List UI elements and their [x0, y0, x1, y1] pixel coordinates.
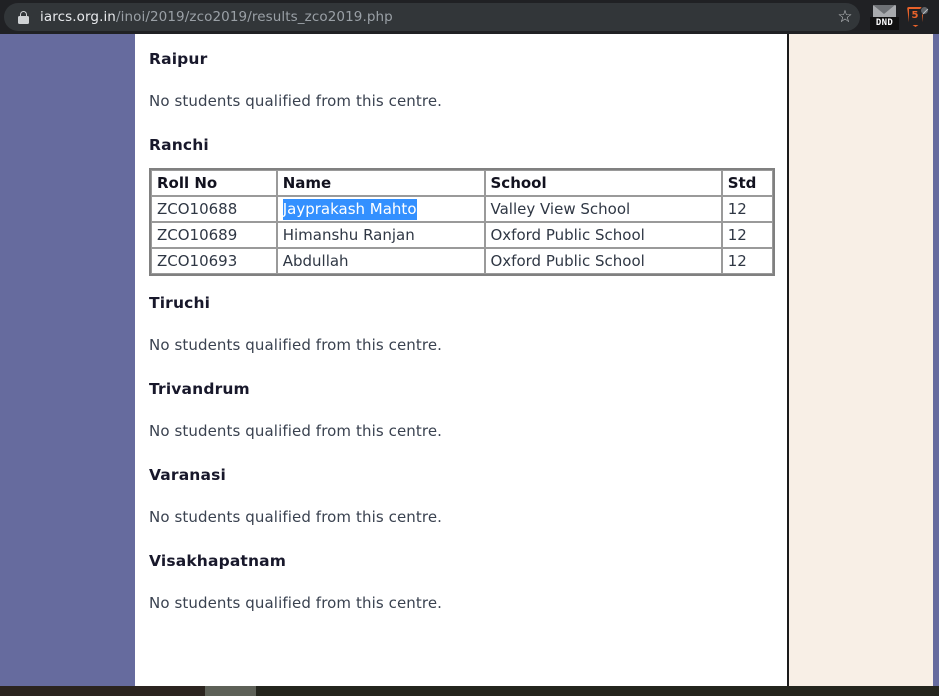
cell-name: Abdullah [276, 248, 485, 274]
centre-heading: Visakhapatnam [149, 552, 287, 570]
centre-section-trivandrum: Trivandrum No students qualified from th… [149, 380, 775, 440]
browser-chrome: iarcs.org.in/inoi/2019/zco2019/results_z… [0, 0, 939, 34]
column-header-std: Std [721, 170, 773, 196]
table-row[interactable]: ZCO10688 Jayprakash Mahto Valley View Sc… [151, 196, 773, 222]
address-bar[interactable]: iarcs.org.in/inoi/2019/zco2019/results_z… [4, 3, 860, 31]
cell-school: Valley View School [484, 196, 722, 222]
cell-roll-no: ZCO10689 [151, 222, 277, 248]
centre-section-varanasi: Varanasi No students qualified from this… [149, 466, 775, 526]
url-path: /inoi/2019/zco2019/results_zco2019.php [115, 9, 393, 25]
cell-std: 12 [721, 196, 773, 222]
column-header-name: Name [276, 170, 485, 196]
centre-heading: Trivandrum [149, 380, 250, 398]
cell-std: 12 [721, 222, 773, 248]
cell-name[interactable]: Jayprakash Mahto [276, 196, 485, 222]
url-text: iarcs.org.in/inoi/2019/zco2019/results_z… [40, 3, 393, 31]
horizontal-scrollbar[interactable] [0, 686, 939, 696]
cell-roll-no: ZCO10693 [151, 248, 277, 274]
centre-heading: Raipur [149, 50, 208, 68]
results-content: Raipur No students qualified from this c… [135, 34, 789, 686]
scrollbar-track-left[interactable] [0, 686, 205, 696]
results-table: Roll No Name School Std ZCO10688 Jayprak… [149, 168, 775, 276]
bookmark-star-icon[interactable]: ☆ [836, 8, 854, 26]
centre-section-tiruchi: Tiruchi No students qualified from this … [149, 294, 775, 354]
table-header-row: Roll No Name School Std [151, 170, 773, 196]
column-header-roll-no: Roll No [151, 170, 277, 196]
cell-roll-no: ZCO10688 [151, 196, 277, 222]
centre-section-ranchi: Ranchi Roll No Name School Std ZCO10688 … [149, 136, 775, 276]
centre-section-visakhapatnam: Visakhapatnam No students qualified from… [149, 552, 775, 612]
cell-school: Oxford Public School [484, 222, 722, 248]
column-header-school: School [484, 170, 722, 196]
cell-school: Oxford Public School [484, 248, 722, 274]
no-students-message: No students qualified from this centre. [149, 336, 443, 354]
centre-section-raipur: Raipur No students qualified from this c… [149, 50, 775, 110]
table-row[interactable]: ZCO10689 Himanshu Ranjan Oxford Public S… [151, 222, 773, 248]
lock-icon [17, 10, 30, 24]
cell-name: Himanshu Ranjan [276, 222, 485, 248]
selected-text-highlight: Jayprakash Mahto [282, 198, 417, 220]
centre-heading: Varanasi [149, 466, 226, 484]
cell-std: 12 [721, 248, 773, 274]
page-left-gutter [0, 34, 135, 686]
no-students-message: No students qualified from this centre. [149, 594, 443, 612]
html5-extension-icon[interactable]: 5 [905, 6, 929, 30]
no-students-message: No students qualified from this centre. [149, 422, 443, 440]
dnd-mail-extension-icon[interactable]: DND [870, 4, 899, 31]
url-host: iarcs.org.in [40, 9, 116, 25]
page-viewport: Raipur No students qualified from this c… [0, 34, 939, 686]
centre-heading: Ranchi [149, 136, 209, 154]
extension-disabled-badge-icon [920, 6, 929, 15]
dnd-badge: DND [870, 17, 899, 30]
table-row[interactable]: ZCO10693 Abdullah Oxford Public School 1… [151, 248, 773, 274]
no-students-message: No students qualified from this centre. [149, 508, 443, 526]
scrollbar-thumb[interactable] [205, 686, 256, 696]
html5-label: 5 [911, 10, 919, 21]
no-students-message: No students qualified from this centre. [149, 92, 443, 110]
centre-heading: Tiruchi [149, 294, 211, 312]
